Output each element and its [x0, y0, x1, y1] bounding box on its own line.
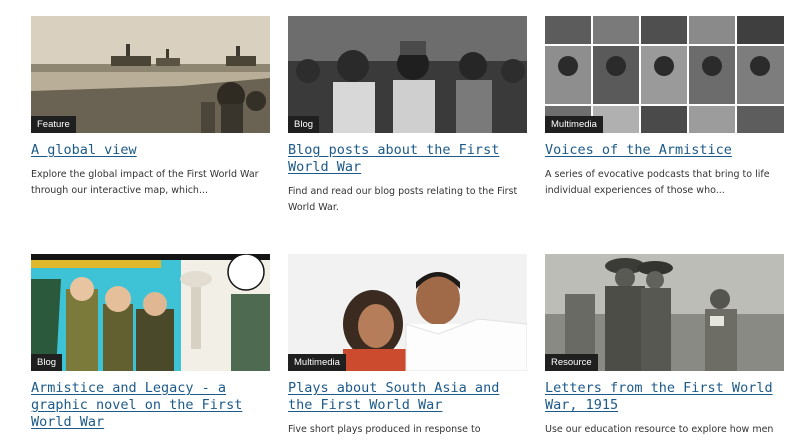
- category-tag: Feature: [31, 116, 76, 133]
- category-tag: Resource: [545, 354, 598, 371]
- card-voices-armistice[interactable]: Multimedia Voices of the Armistice A ser…: [545, 16, 784, 199]
- card-global-view[interactable]: Feature A global view Explore the global…: [31, 16, 270, 199]
- card-description: Explore the global impact of the First W…: [31, 169, 259, 196]
- card-image[interactable]: Multimedia: [545, 16, 784, 133]
- card-image[interactable]: Resource: [545, 254, 784, 371]
- card-image[interactable]: Blog: [31, 254, 270, 371]
- card-title-link[interactable]: Plays about South Asia and the First Wor…: [288, 380, 527, 414]
- card-letters-1915[interactable]: Resource Letters from the First World Wa…: [545, 254, 784, 438]
- card-description: Find and read our blog posts relating to…: [288, 186, 518, 213]
- category-tag: Blog: [31, 354, 63, 371]
- card-title-link[interactable]: A global view: [31, 142, 270, 159]
- card-image[interactable]: Blog: [288, 16, 527, 133]
- card-image[interactable]: Multimedia: [288, 254, 527, 371]
- card-blog-posts[interactable]: Blog Blog posts about the First World Wa…: [288, 16, 527, 216]
- soldiers-photo-image: [288, 16, 527, 133]
- card-title-link[interactable]: Armistice and Legacy - a graphic novel o…: [31, 380, 270, 431]
- card-description: Five short plays produced in response to: [288, 424, 481, 435]
- graphic-novel-image: [31, 254, 270, 371]
- category-tag: Multimedia: [545, 116, 603, 133]
- card-title-link[interactable]: Voices of the Armistice: [545, 142, 784, 159]
- card-description: A series of evocative podcasts that brin…: [545, 169, 770, 196]
- card-armistice-legacy[interactable]: Blog Armistice and Legacy - a graphic no…: [31, 254, 270, 439]
- category-tag: Multimedia: [288, 354, 346, 371]
- card-title-link[interactable]: Blog posts about the First World War: [288, 142, 527, 176]
- card-title-link[interactable]: Letters from the First World War, 1915: [545, 380, 784, 414]
- category-tag: Blog: [288, 116, 320, 133]
- card-image[interactable]: Feature: [31, 16, 270, 133]
- card-plays-south-asia[interactable]: Multimedia Plays about South Asia and th…: [288, 254, 527, 438]
- card-description: Use our education resource to explore ho…: [545, 424, 774, 435]
